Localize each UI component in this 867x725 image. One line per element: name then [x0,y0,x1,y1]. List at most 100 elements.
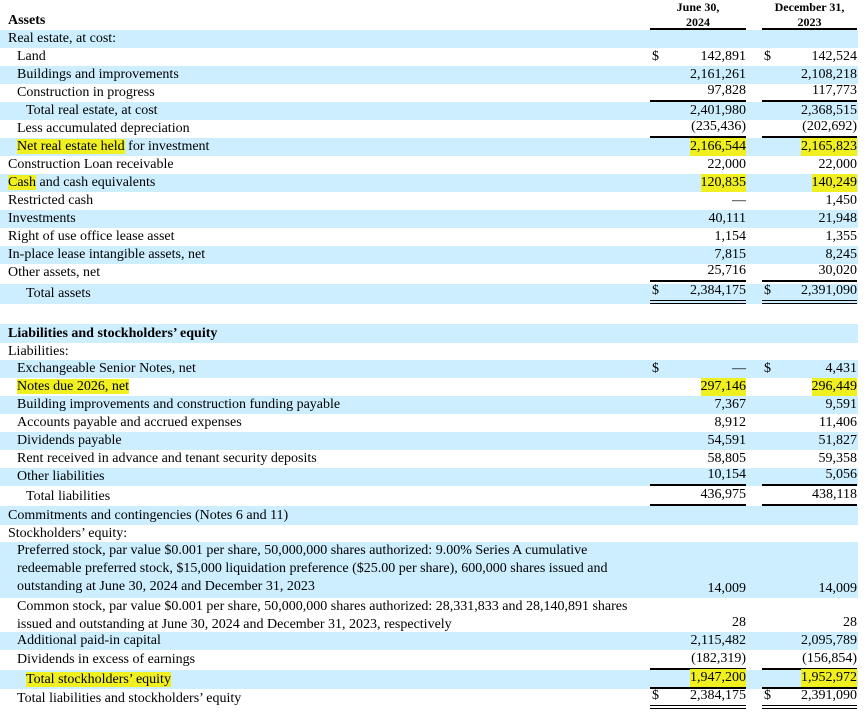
row-label-text: Restricted cash [8,193,94,208]
balance-sheet: June 30, 2024 December 31, 2023 Assets Re… [0,0,867,725]
amount: 296,449 [811,378,857,396]
amount: 28 [732,615,746,630]
value-december-2023: 5,056 [762,467,857,486]
value-cell: 54,591 [650,432,747,450]
row-label-text: Net real estate held for investment [17,139,210,154]
row-label-text: Total stockholders’ equity [26,672,171,687]
value-december-2023 [762,506,857,525]
row-label: Right of use office lease asset [0,228,640,246]
row-label-text: Total liabilities [26,489,111,504]
row-label-text: Total assets [26,286,91,301]
value-june-2024 [650,324,746,343]
value-cell: 11,406 [762,414,857,432]
value-june-2024: 14,009 [650,542,747,598]
amount: 2,115,482 [690,633,746,648]
row-label: Rent received in advance and tenant secu… [0,450,640,468]
value-december-2023: 14,009 [762,542,858,598]
row-label-text: Assets [8,13,46,28]
row-label-text: Common stock, par value $0.001 per share… [17,599,628,632]
row-label-text: Exchangeable Senior Notes, net [17,361,196,376]
row-label: Common stock, par value $0.001 per share… [0,598,640,632]
value-december-2023: 9,591 [762,396,858,414]
amount: 7,367 [714,397,747,412]
amount: 1,355 [825,229,858,244]
row-label: Exchangeable Senior Notes, net [0,360,640,378]
row-label: Dividends payable [0,432,640,450]
row-label-text: Total real estate, at cost [26,103,158,118]
value-cell: 22,000 [762,156,858,174]
value-june-2024 [650,30,746,48]
value-june-2024: 297,146 [650,378,746,396]
row-label-text: Total liabilities and stockholders’ equi… [17,691,242,706]
value-december-2023: $4,431 [762,360,857,378]
value-june-2024: $2,384,175 [650,688,746,709]
value-cell: 1,450 [762,192,858,210]
value-december-2023 [762,304,857,324]
amount: 142,524 [811,49,858,64]
dollar-sign: $ [764,49,771,64]
value-cell: 438,118 [762,487,857,506]
table-row [0,304,858,324]
table-row: Common stock, par value $0.001 per share… [0,598,858,632]
row-label: Investments [0,210,640,228]
row-label: Buildings and improvements [0,66,640,84]
highlight: Notes due 2026, net [17,379,129,394]
value-june-2024 [650,304,746,324]
value-cell: 8,912 [650,414,747,432]
value-cell: 40,111 [650,210,746,228]
amount: 40,111 [708,211,746,226]
value-june-2024: $ — [650,360,746,378]
table-row: Notes due 2026, net 297,146 296,449 [0,378,858,396]
row-label-text: Investments [8,211,76,226]
value-cell: 117,773 [762,83,857,102]
table-row: Total assets $2,384,175 $2,391,090 [0,283,858,304]
value-december-2023: 438,118 [762,487,857,506]
amount: 1,947,200 [690,669,746,687]
row-label-text: Preferred stock, par value $0.001 per sh… [17,543,608,594]
value-cell [762,506,857,525]
value-december-2023: (202,692) [762,119,857,138]
dollar-sign: $ [652,49,659,64]
row-label: Building improvements and construction f… [0,396,640,414]
amount: 2,391,090 [801,283,857,298]
value-cell [762,324,857,343]
table-row: Right of use office lease asset 1,154 1,35… [0,228,858,246]
row-label: Real estate, at cost: [0,30,640,48]
amount: 1,952,972 [801,669,857,687]
row-label: Other assets, net [0,264,640,282]
value-cell: (202,692) [762,119,857,138]
amount: 11,406 [819,415,857,430]
value-june-2024: 2,115,482 [650,632,746,650]
table-row: Building improvements and construction f… [0,396,858,414]
row-label-text: Liabilities and stockholders’ equity [8,326,218,341]
row-label: Additional paid-in capital [0,632,640,650]
value-cell: 30,020 [762,263,858,282]
amount: — [732,361,746,376]
value-june-2024 [650,12,746,30]
amount: 21,948 [818,211,858,226]
amount: (202,692) [802,119,857,134]
row-label: Dividends in excess of earnings [0,650,640,670]
value-cell: 436,975 [650,487,746,506]
row-label: Less accumulated depreciation [0,120,640,138]
value-cell [650,30,746,48]
amount: 30,020 [818,263,858,278]
table-row: Stockholders’ equity: [0,525,858,542]
amount: 51,827 [818,433,858,448]
value-cell: $2,391,090 [762,283,857,304]
dollar-sign: $ [652,283,659,298]
row-label-text: Construction in progress [17,85,155,100]
value-june-2024: 8,912 [650,414,747,432]
row-label: Total liabilities [0,488,640,506]
row-label: Commitments and contingencies (Notes 6 a… [0,506,640,525]
value-june-2024: 25,716 [650,263,746,282]
highlight: Total stockholders’ equity [26,672,171,687]
value-cell: 97,828 [650,83,746,102]
amount: 2,165,823 [801,138,857,156]
value-december-2023: 11,406 [762,414,857,432]
value-cell [762,304,857,324]
value-cell: $ — [650,360,746,378]
table-row: Land $142,891 $142,524 [0,48,858,66]
row-label: Preferred stock, par value $0.001 per sh… [0,542,640,598]
row-label-text: Liabilities: [8,344,69,359]
